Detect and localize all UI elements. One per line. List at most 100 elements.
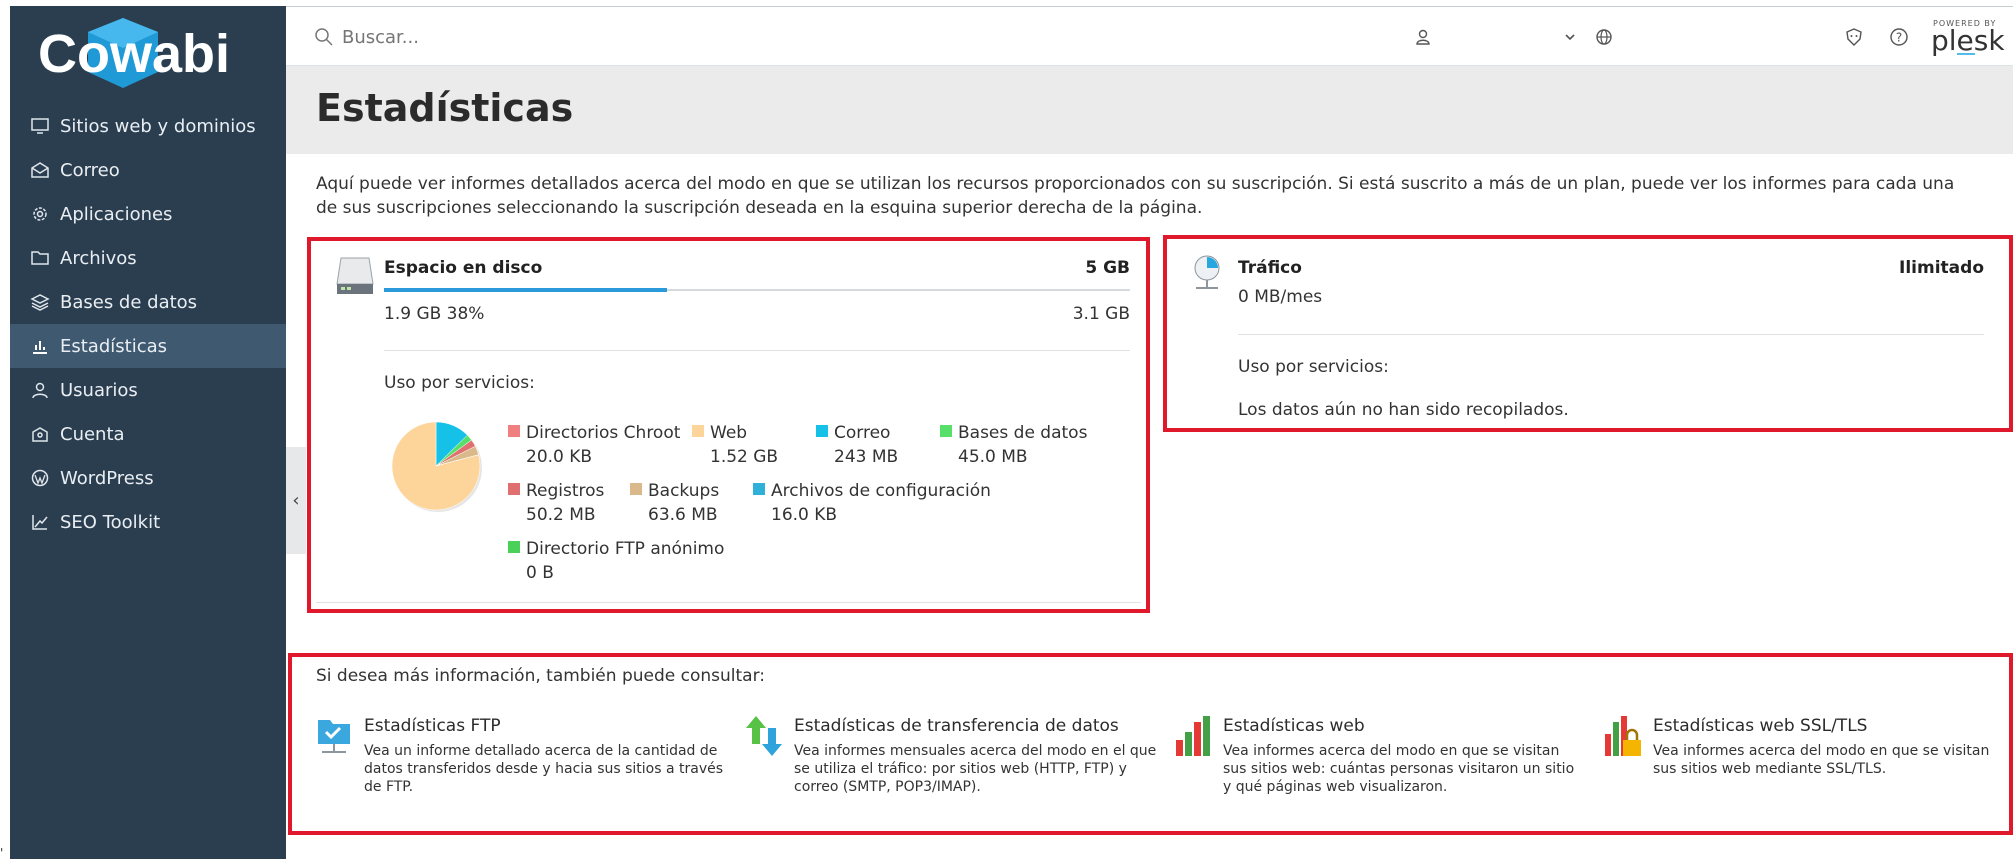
traffic-icon: [1194, 255, 1220, 289]
link-web-stats[interactable]: Estadísticas web Vea informes acerca del…: [1223, 716, 1583, 796]
legend-name: Bases de datos: [958, 423, 1088, 443]
legend-value: 45.0 MB: [958, 447, 1028, 467]
link-desc: Vea informes acerca del modo en que se v…: [1653, 743, 1990, 777]
chevron-left-icon: ‹: [292, 490, 300, 511]
monitor-icon: [31, 118, 49, 134]
traffic-services-label: Uso por servicios:: [1238, 357, 1389, 377]
more-info-label: Si desea más información, también puede …: [316, 666, 765, 686]
traffic-title[interactable]: Tráfico: [1238, 258, 1302, 278]
sidebar-item-label: WordPress: [60, 467, 154, 489]
sidebar-item-label: SEO Toolkit: [60, 511, 161, 533]
legend-item: Registros 50.2 MB: [508, 479, 604, 527]
app: Cowabi Sitios web y dominios Correo Apli…: [0, 0, 2013, 859]
legend-name: Web: [710, 423, 748, 443]
legend-swatch: [753, 483, 765, 495]
corner-mark: ': [0, 846, 4, 859]
legend-swatch: [816, 425, 828, 437]
legend-swatch: [630, 483, 642, 495]
disk-free: 3.1 GB: [1072, 304, 1130, 324]
search-input[interactable]: [342, 26, 982, 48]
legend-item: Correo 243 MB: [816, 421, 898, 469]
link-title[interactable]: Estadísticas FTP: [364, 716, 724, 736]
link-title[interactable]: Estadísticas web SSL/TLS: [1653, 716, 1993, 736]
envelope-icon: [31, 162, 49, 178]
topbar: ? POWERED BY plesk: [286, 6, 2013, 66]
link-title[interactable]: Estadísticas de transferencia de datos: [794, 716, 1164, 736]
link-desc: Vea informes acerca del modo en que se v…: [1223, 743, 1575, 795]
legend-swatch: [940, 425, 952, 437]
disk-services-label: Uso por servicios:: [384, 373, 535, 393]
folder-icon: [31, 251, 49, 265]
sidebar-item-label: Estadísticas: [60, 335, 168, 357]
link-ftp-stats[interactable]: Estadísticas FTP Vea un informe detallad…: [364, 716, 724, 796]
divider: [316, 602, 1141, 603]
link-ssl-stats[interactable]: Estadísticas web SSL/TLS Vea informes ac…: [1653, 716, 1993, 778]
link-desc: Vea un informe detallado acerca de la ca…: [364, 743, 724, 795]
divider: [384, 350, 1130, 351]
wordpress-icon: [31, 469, 49, 487]
svg-text:?: ?: [1896, 31, 1902, 45]
legend-item: Directorios Chroot 20.0 KB: [508, 421, 680, 469]
legend-name: Backups: [648, 481, 720, 501]
disk-usage-pie-chart: [391, 421, 482, 512]
traffic-empty-message: Los datos aún no han sido recopilados.: [1238, 400, 1569, 420]
collapse-sidebar-button[interactable]: ‹: [286, 447, 306, 554]
legend-value: 1.52 GB: [710, 447, 779, 467]
legend-name: Archivos de configuración: [771, 481, 991, 501]
sidebar-item-estadisticas[interactable]: Estadísticas: [10, 324, 286, 368]
legend-swatch: [508, 425, 520, 437]
legend-value: 0 B: [526, 563, 554, 583]
web-stats-icon: [1176, 716, 1210, 756]
legend-value: 50.2 MB: [526, 505, 596, 525]
disk-title[interactable]: Espacio en disco: [384, 258, 542, 278]
traffic-limit: Ilimitado: [1899, 258, 1984, 278]
chevron-down-icon[interactable]: [1560, 27, 1580, 47]
legend-swatch: [508, 541, 520, 553]
ssl-stats-icon: [1605, 716, 1641, 756]
legend-name: Correo: [834, 423, 891, 443]
globe-icon[interactable]: [1594, 27, 1614, 47]
link-title[interactable]: Estadísticas web: [1223, 716, 1583, 736]
layers-icon: [30, 294, 50, 311]
sidebar-item-cuenta[interactable]: Cuenta: [10, 412, 286, 456]
transfer-arrows-icon: [746, 716, 782, 756]
search-icon: [315, 28, 333, 46]
link-desc: Vea informes mensuales acerca del modo e…: [794, 743, 1157, 795]
legend-swatch: [508, 483, 520, 495]
sidebar: Cowabi Sitios web y dominios Correo Apli…: [10, 6, 286, 859]
svg-text:plesk: plesk: [1931, 24, 2005, 57]
search-box[interactable]: [314, 23, 1014, 51]
seo-chart-icon: [32, 515, 48, 530]
ftp-folder-icon: [318, 720, 350, 753]
account-icon: [32, 427, 48, 442]
user-menu-icon[interactable]: [1413, 27, 1433, 47]
shield-icon[interactable]: [1844, 27, 1864, 47]
sidebar-item-correo[interactable]: Correo: [10, 148, 286, 192]
sidebar-item-usuarios[interactable]: Usuarios: [10, 368, 286, 412]
sidebar-item-seo-toolkit[interactable]: SEO Toolkit: [10, 500, 286, 544]
sidebar-item-bases-de-datos[interactable]: Bases de datos: [10, 280, 286, 324]
legend-value: 63.6 MB: [648, 505, 718, 525]
logo[interactable]: Cowabi: [28, 14, 268, 94]
legend-swatch: [692, 425, 704, 437]
divider: [1238, 334, 1984, 335]
sidebar-item-archivos[interactable]: Archivos: [10, 236, 286, 280]
page-header: Estadísticas: [286, 66, 2013, 154]
user-icon: [32, 382, 48, 399]
sidebar-item-wordpress[interactable]: WordPress: [10, 456, 286, 500]
svg-text:Cowabi: Cowabi: [38, 24, 230, 84]
sidebar-item-sitios-web[interactable]: Sitios web y dominios: [10, 104, 286, 148]
sidebar-item-label: Bases de datos: [60, 291, 198, 313]
traffic-usage: 0 MB/mes: [1238, 287, 1323, 307]
page-title: Estadísticas: [316, 86, 574, 130]
disk-used: 1.9 GB 38%: [384, 304, 485, 324]
sidebar-item-label: Correo: [60, 159, 120, 181]
legend-item: Bases de datos 45.0 MB: [940, 421, 1087, 469]
legend-item: Archivos de configuración 16.0 KB: [753, 479, 991, 527]
link-transfer-stats[interactable]: Estadísticas de transferencia de datos V…: [794, 716, 1164, 796]
legend-item: Web 1.52 GB: [692, 421, 778, 469]
sidebar-item-label: Archivos: [60, 247, 137, 269]
help-icon[interactable]: ?: [1889, 27, 1909, 47]
sidebar-nav: Sitios web y dominios Correo Aplicacione…: [10, 104, 286, 544]
sidebar-item-aplicaciones[interactable]: Aplicaciones: [10, 192, 286, 236]
